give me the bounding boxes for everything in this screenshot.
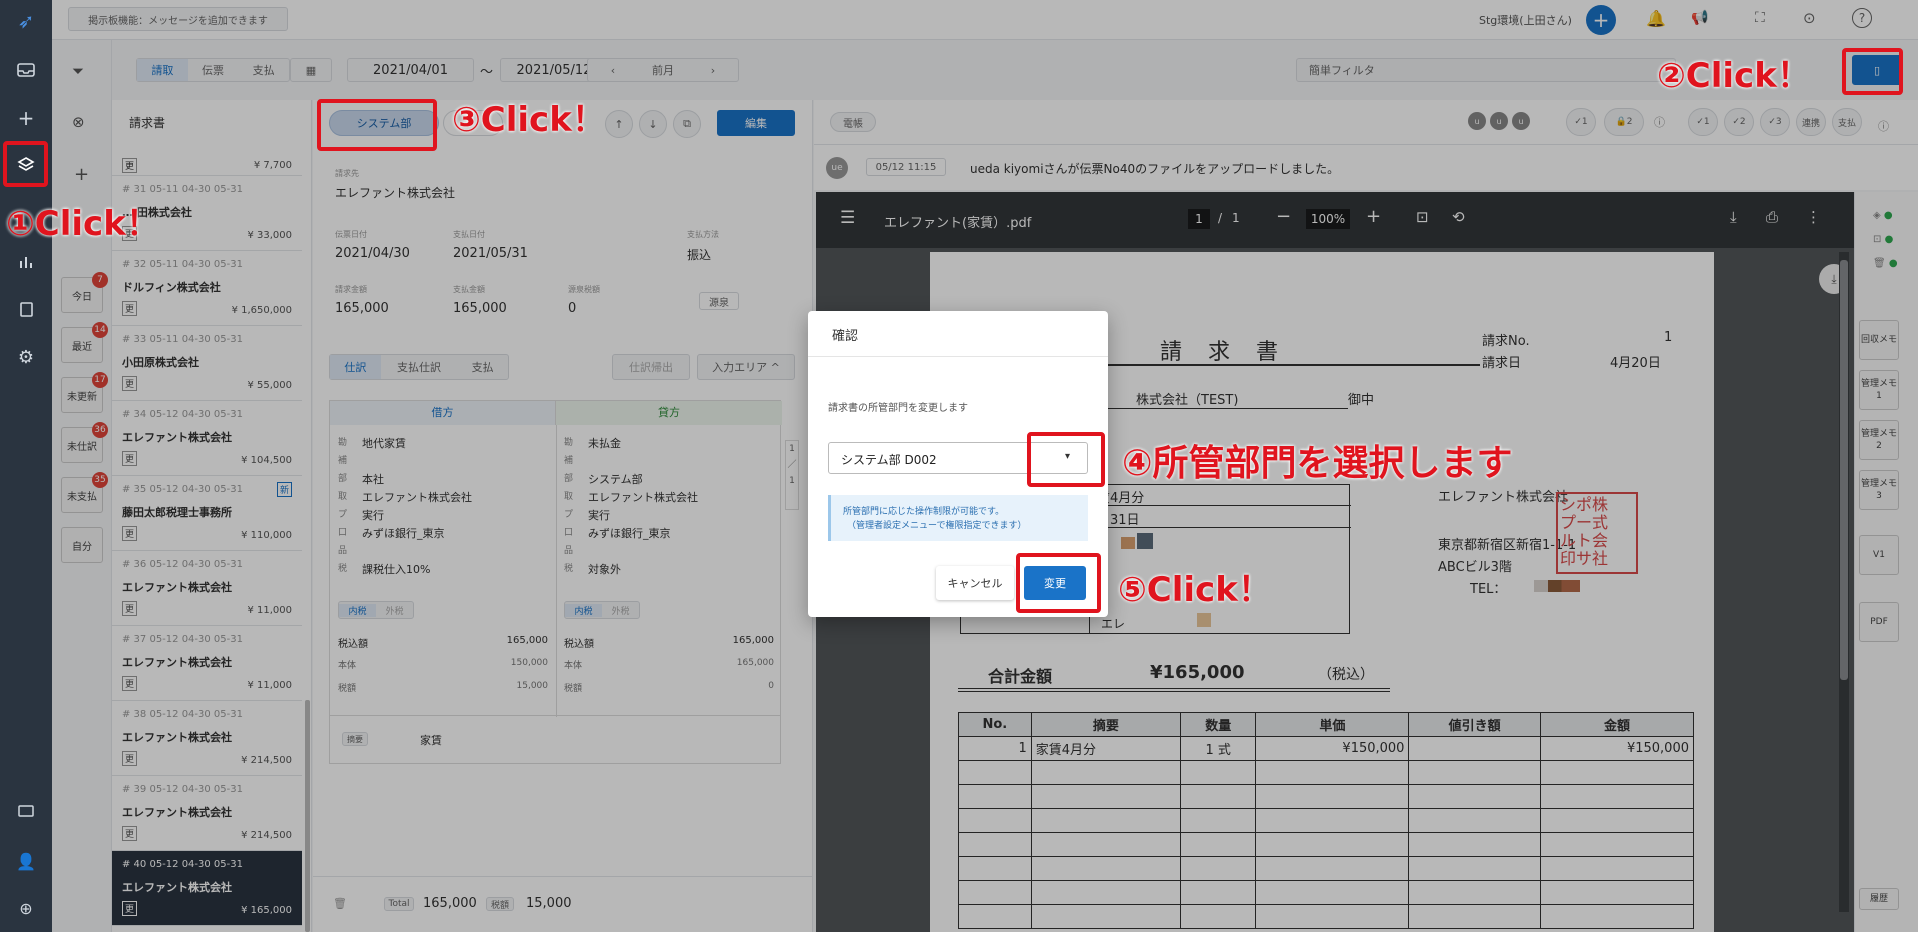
bar-chart-icon[interactable]	[11, 246, 41, 276]
dialog-title: 確認	[832, 329, 859, 344]
bird-logo-icon: ➶	[17, 9, 35, 33]
info-box: 所管部門に応じた操作制限が可能です。 （管理者設定メニューで権限指定できます）	[828, 495, 1088, 541]
annotation-4: ④所管部門を選択します	[1122, 443, 1513, 484]
info-line-1: 所管部門に応じた操作制限が可能です。	[843, 507, 1005, 517]
gear-icon[interactable]: ⚙	[11, 342, 41, 372]
annotation-box-1	[3, 141, 48, 187]
book-icon[interactable]	[11, 294, 41, 324]
dialog-text: 請求書の所管部門を変更します	[828, 403, 968, 414]
divider	[808, 356, 1108, 357]
user-icon[interactable]: 👤	[11, 846, 41, 876]
inbox-icon[interactable]	[11, 55, 41, 85]
logout-icon[interactable]: ⊕	[11, 893, 41, 923]
left-rail: ➶ + ⚙ 👤 ⊕	[0, 0, 52, 932]
annotation-box-5	[1016, 553, 1101, 613]
annotation-3: ③Click！	[452, 100, 606, 140]
annotation-5: ⑤Click！	[1118, 570, 1272, 610]
cancel-button[interactable]: キャンセル	[936, 566, 1014, 600]
dept-select-value: システム部 D002	[841, 453, 937, 467]
annotation-2: ②Click！	[1657, 56, 1811, 96]
add-icon[interactable]: +	[11, 103, 41, 133]
annotation-1: ①Click！	[6, 204, 160, 244]
annotation-box-2	[1842, 48, 1903, 95]
info-line-2: （管理者設定メニューで権限指定できます）	[847, 521, 1027, 531]
annotation-box-4	[1027, 432, 1105, 487]
annotation-box-3	[317, 99, 437, 151]
keyboard-icon[interactable]	[11, 796, 41, 826]
